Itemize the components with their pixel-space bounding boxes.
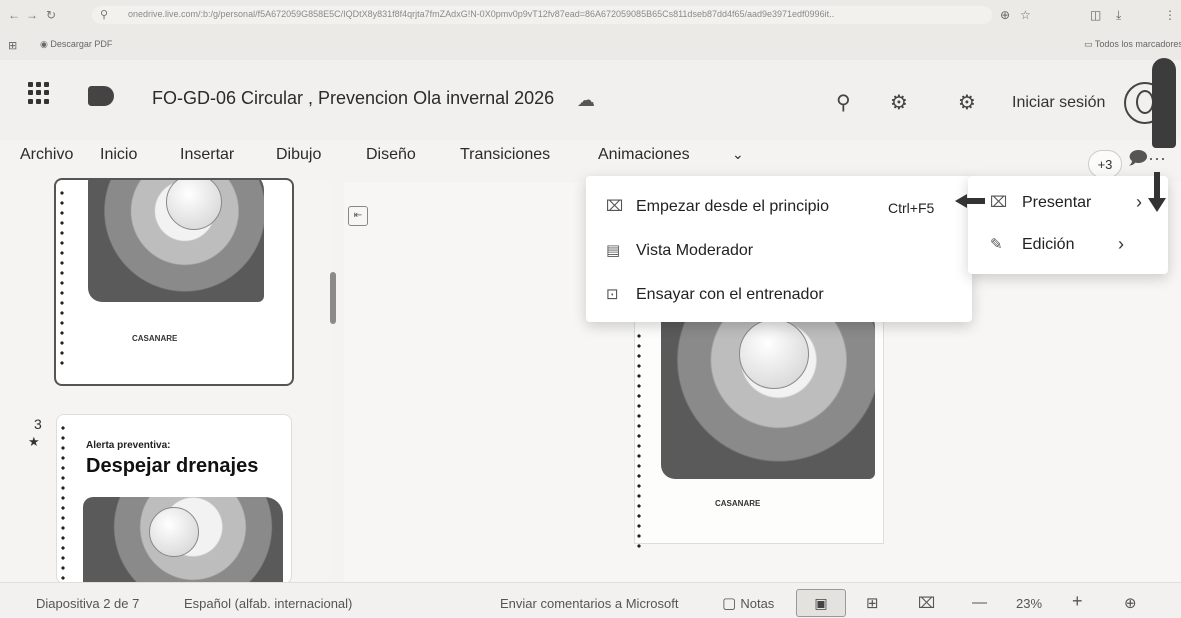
bookmarks-bar [0, 30, 1181, 60]
menu-item-start-from-beginning[interactable]: ⌧ Empezar desde el principio Ctrl+F5 [586, 188, 972, 226]
present-dropdown-menu: ⌧ Empezar desde el principio Ctrl+F5 ▤ V… [586, 176, 972, 322]
down-arrow-annotation [1148, 172, 1166, 212]
powerpoint-logo-icon [88, 86, 114, 106]
search-icon[interactable]: ⚲ [836, 90, 851, 115]
back-icon[interactable]: ← [8, 8, 20, 22]
binder-dots [637, 331, 641, 551]
slide-counter: Diapositiva 2 de 7 [36, 596, 140, 611]
tab-inicio[interactable]: Inicio [100, 146, 137, 164]
slide-number-3: 3 [34, 416, 42, 432]
browser-menu-icon[interactable]: ⋮ [1164, 8, 1176, 22]
present-from-start-icon: ⌧ [606, 198, 624, 215]
more-tabs-badge[interactable]: +3 [1088, 150, 1122, 178]
menu-item-rehearse-coach[interactable]: ⊡ Ensayar con el entrenador [586, 276, 972, 314]
notes-button[interactable]: ▢ Notas [722, 594, 774, 612]
zoom-in-icon[interactable]: + [1072, 591, 1083, 612]
bookmark-star-icon[interactable]: ☆ [1020, 8, 1031, 22]
zoom-icon[interactable]: ⊕ [1000, 8, 1010, 22]
menu-item-edicion[interactable]: ✎ Edición › [968, 226, 1168, 264]
pencil-icon: ✎ [990, 236, 1003, 253]
slide-star-icon: ★ [28, 434, 40, 449]
bookmark-descargar-pdf[interactable]: ◉ Descargar PDF [40, 39, 112, 50]
left-arrow-annotation [955, 194, 985, 208]
all-bookmarks-folder[interactable]: ▭ Todos los marcadores [1084, 39, 1181, 50]
feedback-link[interactable]: Enviar comentarios a Microsoft [500, 596, 678, 611]
address-bar-url: onedrive.live.com/:b:/g/personal/f5A6720… [128, 9, 835, 19]
site-info-icon[interactable]: ⚲ [100, 8, 108, 21]
apps-grid-icon[interactable]: ⊞ [8, 39, 17, 52]
menu-item-presentar[interactable]: ⌧ Presentar › [968, 184, 1168, 222]
present-icon: ⌧ [990, 194, 1008, 211]
rehearse-coach-icon: ⊡ [606, 286, 619, 303]
casanare-seal: CASANARE [132, 334, 178, 343]
tab-dibujo[interactable]: Dibujo [276, 146, 321, 164]
slide3-subtitle: Alerta preventiva: [86, 440, 171, 451]
chevron-down-icon[interactable]: ⌄ [732, 146, 744, 163]
fit-to-window-icon[interactable]: ⊕ [1124, 594, 1137, 612]
collapse-pane-icon[interactable]: ⇤ [348, 206, 368, 226]
app-launcher-icon[interactable] [28, 82, 50, 104]
gear-icon[interactable]: ⚙ [890, 90, 908, 115]
binder-dots [61, 423, 65, 583]
tab-animaciones[interactable]: Animaciones [598, 146, 690, 164]
mascot-head [739, 319, 809, 389]
casanare-seal: CASANARE [715, 499, 761, 508]
cloud-sync-icon: ☁ [577, 90, 595, 110]
tab-insertar[interactable]: Insertar [180, 146, 234, 164]
settings-icon[interactable]: ⚙ [958, 90, 976, 115]
chevron-right-icon: › [1136, 192, 1142, 212]
slide-sorter-icon[interactable]: ⊞ [866, 594, 879, 612]
zoom-level[interactable]: 23% [1016, 596, 1042, 611]
thumbnail-scrollbar[interactable] [330, 272, 336, 324]
menu-item-presenter-view[interactable]: ▤ Vista Moderador [586, 232, 972, 270]
forward-icon[interactable]: → [26, 8, 38, 22]
tab-transiciones[interactable]: Transiciones [460, 146, 550, 164]
presenter-view-icon: ▤ [606, 242, 621, 259]
mode-dropdown-menu: ⌧ Presentar › ✎ Edición › [968, 176, 1168, 274]
normal-view-button[interactable]: ▣ [796, 589, 846, 617]
reading-view-icon[interactable]: ⌧ [918, 594, 935, 612]
mascot-head [149, 507, 199, 557]
extensions-icon[interactable]: ◫ [1090, 8, 1101, 22]
current-slide[interactable]: CASANARE [634, 300, 884, 551]
download-icon[interactable]: ⤓ [1116, 8, 1121, 23]
chevron-right-icon: › [1118, 234, 1124, 254]
shortcut-label: Ctrl+F5 [888, 200, 935, 216]
slide3-title: Despejar drenajes [86, 455, 259, 477]
zoom-out-icon[interactable]: — [972, 594, 987, 611]
tab-diseno[interactable]: Diseño [366, 146, 416, 164]
binder-dots [60, 188, 64, 368]
tab-archivo[interactable]: Archivo [20, 146, 73, 164]
slide-thumbnail-2[interactable]: CASANARE [54, 178, 294, 386]
language-indicator[interactable]: Español (alfab. internacional) [184, 596, 352, 611]
more-options-label[interactable]: ··· [1148, 148, 1166, 168]
pointer-annotation [1152, 58, 1176, 148]
signin-link[interactable]: Iniciar sesión [1012, 94, 1105, 112]
reload-icon[interactable]: ↻ [46, 8, 56, 22]
document-title[interactable]: FO-GD-06 Circular , Prevencion Ola inver… [152, 88, 554, 109]
